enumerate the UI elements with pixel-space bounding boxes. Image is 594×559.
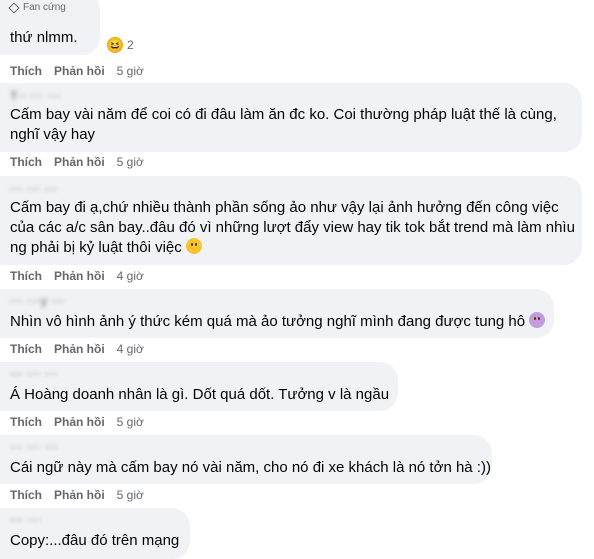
comment-text-line: Cấm bay đi ạ,chứ nhiều thành phần sống ả… [10,199,559,216]
comment-bubble: ··· ··· ··· Á Hoàng doanh nhân là gì. Dố… [0,362,398,411]
like-button[interactable]: Thích [10,155,42,169]
comment-text-line: Cấm bay vài năm để coi có đi đâu làm ăn … [10,106,557,123]
like-button[interactable]: Thích [10,342,42,356]
comment-time[interactable]: 5 giờ [117,415,144,429]
dizzy-emoji-icon [529,312,546,328]
smile-emoji-icon [185,238,202,254]
comment-bubble: ··· ··· Copy:...đâu đó trên mạng [0,508,190,559]
comment-author[interactable]: ··· ··· ··· [10,440,58,454]
comment-author[interactable]: ··· ··· [10,513,41,527]
comment-bubble: ··· ··· ··· Cái ngữ này mà cấm bay nó và… [0,435,492,484]
comment-text: thứ nlmm. [10,29,78,46]
comment-text-line: của các a/c sân bay..đâu đó vì những lượ… [10,219,575,236]
comment-text-line: Á Hoàng doanh nhân là gì. Dốt quá dốt. T… [10,386,390,403]
comment-bubble: ··· ···y ··· Nhìn vô hình ảnh ý thức kém… [0,289,554,338]
comment-text-line: nghĩ vậy hay [10,126,96,143]
fan-badge: Fan cứng [8,1,66,14]
reply-button[interactable]: Phản hồi [54,488,105,502]
comment-text-line: ng phải bị kỷ luật thôi việc [10,238,202,258]
comment-author[interactable]: ··· ···y ··· [10,294,65,308]
comment-bubble: Fan cứng thứ nlmm. [0,0,100,55]
comment-author[interactable]: ··· ··· ··· [10,367,58,381]
like-button[interactable]: Thích [10,415,42,429]
reaction-summary[interactable]: 😆 2 [107,37,134,53]
reply-button[interactable]: Phản hồi [54,64,105,78]
comment-text-line: Cái ngữ này mà cấm bay nó vài năm, cho n… [10,459,491,476]
reply-button[interactable]: Phản hồi [54,342,105,356]
like-button[interactable]: Thích [10,269,42,283]
comment-time[interactable]: 5 giờ [117,488,144,502]
comment-time[interactable]: 4 giờ [117,342,144,356]
reaction-count: 2 [127,38,134,52]
reply-button[interactable]: Phản hồi [54,269,105,283]
comment-actions: Thích Phản hồi 4 giờ [10,342,144,356]
comment-text-line: Nhìn vô hình ảnh ý thức kém quá mà ảo tư… [10,312,546,332]
comment-time[interactable]: 5 giờ [117,155,144,169]
diamond-icon [8,1,20,14]
comment-actions: Thích Phản hồi 5 giờ [10,64,144,78]
haha-reaction-icon: 😆 [107,37,123,53]
like-button[interactable]: Thích [10,64,42,78]
reply-button[interactable]: Phản hồi [54,415,105,429]
fan-badge-label: Fan cứng [23,2,66,13]
comment-time[interactable]: 4 giờ [117,269,144,283]
comment-bubble: ··· ··· ··· Cấm bay đi ạ,chứ nhiều thành… [0,176,582,265]
comment-actions: Thích Phản hồi 5 giờ [10,488,144,502]
comment-time[interactable]: 5 giờ [117,64,144,78]
comment-text-fragment: ng phải bị kỷ luật thôi việc [10,239,182,256]
comment-bubble: T·· ··· ··· Cấm bay vài năm để coi có đi… [0,83,582,152]
comment-actions: Thích Phản hồi 4 giờ [10,269,144,283]
comment-actions: Thích Phản hồi 5 giờ [10,415,144,429]
comment-author[interactable]: ··· ··· ··· [10,182,58,196]
comment-actions: Thích Phản hồi 5 giờ [10,155,144,169]
comment-text-line: Copy:...đâu đó trên mạng [10,532,180,549]
reply-button[interactable]: Phản hồi [54,155,105,169]
comment-author[interactable]: T·· ··· ··· [10,89,61,103]
comment-text-fragment: Nhìn vô hình ảnh ý thức kém quá mà ảo tư… [10,313,526,330]
like-button[interactable]: Thích [10,488,42,502]
